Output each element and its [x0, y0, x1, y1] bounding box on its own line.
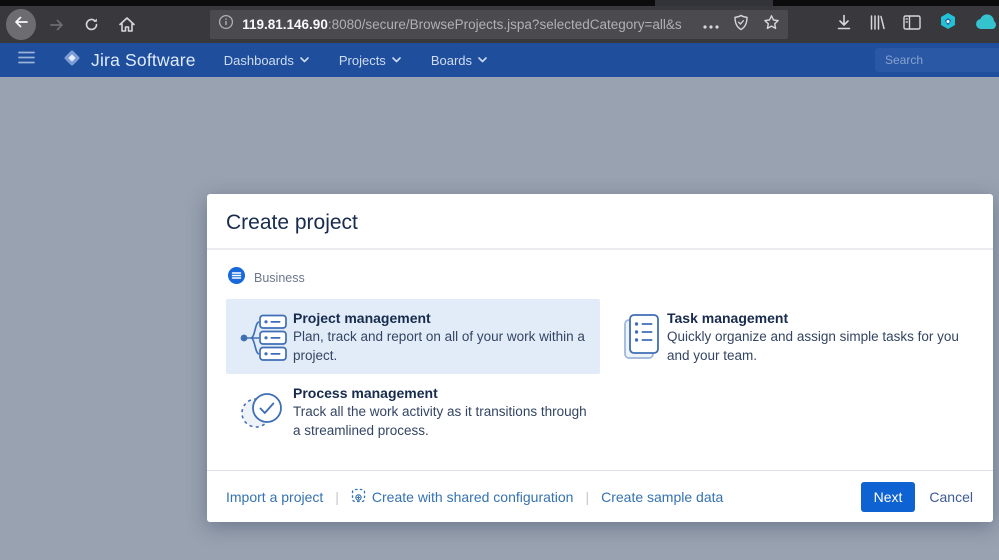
star-icon[interactable] — [763, 14, 780, 36]
dialog-body: Business Project management Plan, track … — [207, 250, 993, 470]
chevron-down-icon — [300, 57, 309, 63]
footer-separator: | — [585, 488, 590, 505]
shared-config-icon — [351, 488, 366, 506]
create-shared-config-link[interactable]: Create with shared configuration — [351, 488, 573, 506]
project-type-options: Project management Plan, track and repor… — [226, 299, 975, 449]
hierarchy-icon — [239, 312, 289, 369]
option-project-management[interactable]: Project management Plan, track and repor… — [226, 299, 600, 374]
cancel-button[interactable]: Cancel — [929, 489, 973, 505]
nav-item-projects[interactable]: Projects — [339, 53, 401, 68]
option-title: Task management — [667, 310, 789, 326]
option-title: Project management — [293, 310, 431, 326]
option-title: Process management — [293, 385, 438, 401]
page-background: Create project Business Project manageme… — [0, 77, 999, 560]
cloud-icon[interactable] — [975, 14, 999, 35]
jira-diamond-icon — [61, 47, 83, 74]
option-description: Quickly organize and assign simple tasks… — [667, 329, 959, 363]
info-icon[interactable] — [218, 14, 234, 35]
option-description: Plan, track and report on all of your wo… — [293, 329, 585, 363]
create-project-dialog: Create project Business Project manageme… — [207, 194, 993, 522]
back-button[interactable] — [6, 9, 37, 40]
home-icon — [118, 16, 136, 33]
sidebar-icon[interactable] — [903, 14, 921, 35]
process-check-icon — [239, 387, 289, 440]
jira-logo[interactable]: Jira Software — [61, 47, 196, 74]
url-host: 119.81.146.90 — [242, 17, 328, 32]
dialog-footer: Import a project | Create with shared co… — [207, 470, 993, 522]
create-sample-data-link[interactable]: Create sample data — [601, 489, 723, 505]
chevron-down-icon — [392, 57, 401, 63]
shield-icon[interactable] — [733, 14, 749, 36]
dialog-title: Create project — [226, 211, 358, 234]
overflow-dots-icon[interactable] — [703, 16, 719, 34]
reload-icon — [83, 16, 100, 33]
jira-navbar: Jira Software Dashboards Projects Boards — [0, 43, 999, 77]
hamburger-menu-icon[interactable] — [18, 51, 35, 69]
back-icon — [13, 14, 29, 35]
category-label: Business — [254, 271, 305, 285]
url-path: :8080/secure/BrowseProjects.jspa?selecte… — [327, 17, 682, 32]
dialog-header: Create project — [207, 194, 993, 250]
option-task-management[interactable]: Task management Quickly organize and ass… — [600, 299, 974, 374]
forward-icon — [49, 17, 65, 33]
library-icon[interactable] — [869, 14, 886, 36]
task-list-icon — [613, 312, 663, 369]
url-text: 119.81.146.90:8080/secure/BrowseProjects… — [242, 17, 695, 32]
extension-hexagon-icon[interactable] — [938, 12, 958, 37]
option-process-management[interactable]: Process management Track all the work ac… — [226, 374, 600, 449]
forward-button[interactable] — [42, 10, 72, 40]
chevron-down-icon — [478, 57, 487, 63]
business-circle-list-icon — [228, 267, 245, 289]
jira-logo-text: Jira Software — [91, 49, 196, 70]
next-button[interactable]: Next — [860, 481, 916, 512]
search-input[interactable] — [875, 48, 999, 72]
url-bar[interactable]: 119.81.146.90:8080/secure/BrowseProjects… — [210, 10, 788, 39]
category-row: Business — [228, 267, 975, 289]
reload-button[interactable] — [76, 10, 106, 40]
home-button[interactable] — [112, 10, 142, 40]
import-project-link[interactable]: Import a project — [226, 489, 323, 505]
footer-separator: | — [335, 488, 339, 505]
nav-item-boards[interactable]: Boards — [431, 53, 487, 68]
option-description: Track all the work activity as it transi… — [293, 404, 587, 438]
download-icon[interactable] — [836, 14, 852, 36]
nav-items: Dashboards Projects Boards — [224, 53, 487, 68]
nav-item-dashboards[interactable]: Dashboards — [224, 53, 309, 68]
browser-toolbar: 119.81.146.90:8080/secure/BrowseProjects… — [0, 6, 999, 43]
